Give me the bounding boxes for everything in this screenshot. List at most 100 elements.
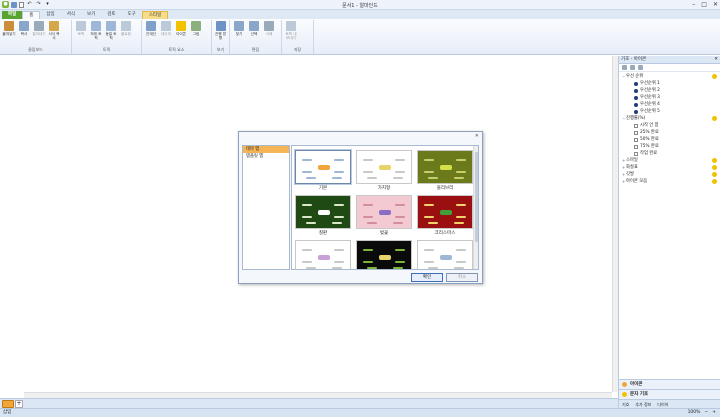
ok-button[interactable]: 확인 (411, 273, 443, 282)
theme-thumbnail[interactable]: 칠판 (295, 195, 351, 239)
add-sheet-button[interactable]: + (15, 400, 23, 408)
add-icon[interactable] (622, 65, 627, 70)
close-icon[interactable]: ✕ (713, 1, 718, 8)
ribbon-button-3-0[interactable]: 진행 방향 (214, 21, 227, 40)
tree-node[interactable]: − 우선 순위 (622, 73, 717, 80)
ribbon-button-1-3[interactable]: 플로팅 (119, 21, 133, 40)
theme-thumbnail[interactable]: 벚꽃 (356, 195, 412, 239)
theme-label: 칠판 (318, 231, 328, 236)
ribbon-button-0-0[interactable]: 붙여넣기 (2, 21, 16, 40)
ribbon-button-4-0[interactable]: 찾기 (232, 21, 246, 36)
icon-section-row[interactable]: 아이콘 (619, 379, 720, 389)
ribbon-button-1-1[interactable]: 하위 토픽 (89, 21, 103, 40)
favorite-icon[interactable] (712, 158, 717, 163)
tab-6[interactable]: 도구 (122, 11, 142, 19)
zoom-out-icon[interactable]: − (704, 409, 708, 417)
tree-node[interactable]: + 화살표 (622, 164, 717, 171)
ribbon-button-label: 관계선 (146, 32, 156, 36)
theme-label: 기본 (318, 186, 328, 191)
zoom-in-icon[interactable]: + (712, 409, 716, 417)
close-panel-icon[interactable]: ✕ (714, 56, 718, 64)
theme-gallery: 기본 가지형 올리브리칠판 벚꽃 크리스마스 (291, 145, 479, 270)
tree-node[interactable]: + 스마일 (622, 157, 717, 164)
favorite-icon[interactable] (712, 172, 717, 177)
theme-thumbnail[interactable]: 크리스마스 (417, 195, 473, 239)
theme-thumbnail[interactable] (356, 240, 412, 269)
char-symbol-row[interactable]: 문자 기호 (619, 389, 720, 399)
ribbon-button-2-0[interactable]: 관계선 (144, 21, 158, 36)
tab-7[interactable]: 스타일 (141, 11, 169, 19)
delete-icon[interactable] (638, 65, 643, 70)
ribbon-button-2-1[interactable]: 테두리 (159, 21, 173, 36)
footer-info-tab[interactable]: 추가 정보 (635, 400, 651, 408)
theme-thumbnail[interactable]: 올리브리 (417, 150, 473, 194)
tree-node[interactable]: + 깃발 (622, 171, 717, 178)
cancel-button[interactable]: 취소 (446, 273, 478, 282)
footer-diagram-tab[interactable]: 다이어 (657, 400, 668, 408)
ribbon-button-icon (176, 21, 186, 31)
favorite-icon[interactable] (712, 74, 717, 79)
priority-icon (634, 95, 638, 100)
ribbon-tabs: 파일 홈 삽입 서식 보기 검토 도구 스타일 (0, 10, 720, 19)
icon-section-label: 아이콘 (630, 381, 643, 387)
tree-node[interactable]: 우선순위 5 (622, 108, 717, 115)
progress-icon (634, 130, 638, 135)
favorite-icon[interactable] (712, 179, 717, 184)
ribbon-button-5-0[interactable]: 토픽 내보내기 (284, 21, 298, 40)
tree-node[interactable]: 50% 완료 (622, 136, 717, 143)
tree-node-label: 우선순위 1 (640, 81, 660, 86)
tree-node[interactable]: 75% 완료 (622, 143, 717, 150)
theme-thumbnail[interactable]: 가지형 (356, 150, 412, 194)
maximize-icon[interactable]: □ (701, 1, 707, 8)
dialog-close-icon[interactable]: ✕ (475, 133, 479, 139)
theme-thumbnail[interactable] (295, 240, 351, 269)
ribbon-button-2-3[interactable]: 그림 (189, 21, 203, 36)
ribbon-button-icon (4, 21, 14, 31)
ribbon-button-4-1[interactable]: 선택 (247, 21, 261, 36)
window-controls: – □ ✕ (692, 1, 718, 8)
tree-node[interactable]: 우선순위 1 (622, 80, 717, 87)
ribbon-button-icon (106, 21, 116, 31)
tree-node[interactable]: 우선순위 2 (622, 87, 717, 94)
minimize-icon[interactable]: – (692, 1, 695, 8)
tab-0[interactable]: 파일 (2, 11, 23, 19)
gallery-scroll-thumb[interactable] (475, 152, 478, 242)
tab-3[interactable]: 서식 (61, 11, 81, 19)
tree-node[interactable]: 25% 완료 (622, 129, 717, 136)
theme-category-item[interactable]: 테마 맵 (243, 146, 289, 153)
tab-2[interactable]: 삽입 (40, 11, 60, 19)
footer-symbol-tab[interactable]: 기호 (622, 400, 629, 408)
progress-icon (634, 137, 638, 142)
ribbon-button-icon (286, 21, 296, 31)
favorite-icon[interactable] (712, 165, 717, 170)
tree-node[interactable]: 시작 안 함 (622, 122, 717, 129)
tab-5[interactable]: 검토 (101, 11, 121, 19)
ribbon-group-0: 붙여넣기 복사 잘라내기 서식 복사 클립보드 (0, 20, 72, 54)
tree-node[interactable]: 작업 완료 (622, 150, 717, 157)
ribbon-button-0-3[interactable]: 서식 복사 (47, 21, 61, 40)
ribbon-button-1-0[interactable]: 토픽 (74, 21, 88, 40)
tree-node[interactable]: 우선순위 3 (622, 94, 717, 101)
edit-icon[interactable] (630, 65, 635, 70)
ribbon-button-4-2[interactable]: 삭제 (262, 21, 276, 36)
theme-thumbnail[interactable] (417, 240, 473, 269)
sheet-tab[interactable] (2, 400, 14, 408)
tree-node[interactable]: + 아이콘 모음 (622, 178, 717, 185)
tree-node[interactable]: 우선순위 4 (622, 101, 717, 108)
tree-node[interactable]: − 진행률(%) (622, 115, 717, 122)
tab-4[interactable]: 보기 (81, 11, 101, 19)
tree-node-label: 스마일 (626, 158, 638, 163)
ribbon-button-label: 토픽 (77, 32, 85, 36)
ribbon-button-1-2[interactable]: 동일 토픽 (104, 21, 118, 40)
theme-dialog: ✕ 테마 맵 템플릿 맵 기본 가지형 올리브리칠판 벚꽃 크리스마스 확인 취소 (238, 131, 483, 284)
theme-thumbnail[interactable]: 기본 (295, 150, 351, 194)
ribbon-button-label: 붙여넣기 (2, 32, 16, 36)
gallery-scrollbar[interactable] (473, 146, 478, 269)
ribbon-button-0-1[interactable]: 복사 (17, 21, 31, 40)
tree-node-label: 75% 완료 (640, 144, 659, 149)
ribbon-button-2-2[interactable]: 아이콘 (174, 21, 188, 36)
ribbon-button-0-2[interactable]: 잘라내기 (32, 21, 46, 40)
theme-category-item[interactable]: 템플릿 맵 (243, 153, 289, 160)
favorite-icon[interactable] (712, 116, 717, 121)
tab-1[interactable]: 홈 (22, 11, 41, 19)
